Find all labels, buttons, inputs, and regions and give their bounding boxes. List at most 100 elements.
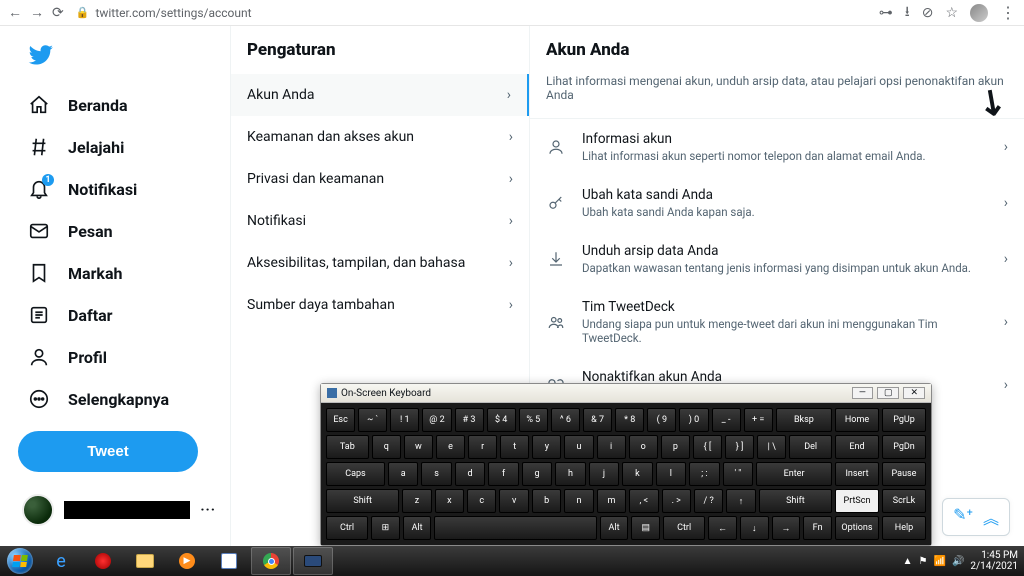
sidebar-item-explore[interactable]: Jelajahi — [18, 127, 220, 167]
tray-flag-icon[interactable]: ⚑ — [919, 556, 928, 567]
sidebar-item-lists[interactable]: Daftar — [18, 295, 220, 335]
osk-key[interactable]: Ctrl — [326, 516, 368, 540]
osk-key[interactable]: Del — [789, 435, 832, 459]
osk-key[interactable]: ^ 6 — [551, 408, 580, 432]
settings-item-account[interactable]: Akun Anda› — [231, 74, 529, 116]
osk-key[interactable]: Bksp — [776, 408, 832, 432]
account-item-archive[interactable]: Unduh arsip data AndaDapatkan wawasan te… — [530, 231, 1024, 287]
osk-key[interactable]: t — [500, 435, 529, 459]
osk-key[interactable]: Alt — [600, 516, 629, 540]
settings-item-privacy[interactable]: Privasi dan keamanan› — [231, 158, 529, 200]
osk-key[interactable]: Enter — [756, 462, 832, 486]
reload-button[interactable]: ⟳ — [52, 5, 64, 21]
osk-key[interactable]: g — [522, 462, 552, 486]
osk-key[interactable]: Shift — [326, 489, 399, 513]
osk-key[interactable]: $ 4 — [487, 408, 516, 432]
osk-key[interactable]: z — [402, 489, 431, 513]
osk-key[interactable]: Esc — [326, 408, 355, 432]
osk-key[interactable]: o — [629, 435, 658, 459]
star-icon[interactable]: ☆ — [945, 5, 958, 21]
osk-key[interactable]: PgDn — [882, 435, 926, 459]
minimize-button[interactable]: — — [852, 387, 873, 399]
osk-key[interactable]: @ 2 — [422, 408, 451, 432]
osk-key[interactable]: + = — [744, 408, 773, 432]
settings-item-notifications[interactable]: Notifikasi› — [231, 200, 529, 242]
back-button[interactable]: ← — [8, 4, 22, 21]
osk-key[interactable]: Alt — [403, 516, 432, 540]
osk-key[interactable]: } ] — [725, 435, 754, 459]
osk-key[interactable]: Fn — [803, 516, 832, 540]
osk-key[interactable]: p — [661, 435, 690, 459]
sidebar-item-notifications[interactable]: 1 Notifikasi — [18, 169, 220, 209]
twitter-logo-icon[interactable] — [18, 36, 220, 81]
key-icon[interactable]: ⊶ — [879, 5, 893, 21]
osk-key[interactable]: a — [388, 462, 418, 486]
osk-key[interactable]: → — [772, 516, 801, 540]
osk-key[interactable]: End — [835, 435, 879, 459]
osk-key[interactable]: Pause — [882, 462, 926, 486]
taskbar-app-ie[interactable]: e — [41, 547, 81, 575]
osk-key[interactable]: h — [555, 462, 585, 486]
osk-key[interactable]: q — [372, 435, 401, 459]
osk-key[interactable]: j — [589, 462, 619, 486]
taskbar-app-mediaplayer[interactable]: ▶ — [167, 547, 207, 575]
osk-key[interactable]: n — [564, 489, 593, 513]
sidebar-item-bookmarks[interactable]: Markah — [18, 253, 220, 293]
osk-key[interactable]: Help — [882, 516, 926, 540]
osk-key[interactable]: ScrLk — [882, 489, 926, 513]
osk-key[interactable]: Options — [835, 516, 879, 540]
osk-key[interactable]: c — [467, 489, 496, 513]
taskbar-app-calendar[interactable] — [209, 547, 249, 575]
address-bar[interactable]: 🔒 twitter.com/settings/account — [76, 6, 867, 20]
profile-avatar-icon[interactable] — [970, 4, 988, 22]
tray-show-hidden-icon[interactable]: ▲ — [903, 556, 913, 567]
sidebar-item-messages[interactable]: Pesan — [18, 211, 220, 251]
osk-key[interactable]: ; : — [689, 462, 719, 486]
osk-key[interactable]: % 5 — [519, 408, 548, 432]
osk-key[interactable]: v — [499, 489, 528, 513]
osk-key[interactable]: f — [488, 462, 518, 486]
osk-key[interactable]: r — [468, 435, 497, 459]
osk-key[interactable]: ← — [708, 516, 737, 540]
close-button[interactable]: ✕ — [903, 387, 925, 399]
taskbar-app-opera[interactable] — [83, 547, 123, 575]
taskbar-app-explorer[interactable] — [125, 547, 165, 575]
osk-key[interactable]: ▤ — [631, 516, 660, 540]
maximize-button[interactable]: ▢ — [877, 387, 900, 399]
start-button[interactable] — [0, 546, 40, 576]
osk-key[interactable]: ↓ — [740, 516, 769, 540]
tweet-button[interactable]: Tweet — [18, 431, 198, 472]
osk-key[interactable]: l — [656, 462, 686, 486]
account-item-password[interactable]: Ubah kata sandi AndaUbah kata sandi Anda… — [530, 175, 1024, 231]
osk-key[interactable]: w — [404, 435, 433, 459]
osk-key[interactable]: e — [436, 435, 465, 459]
osk-key[interactable]: / ? — [694, 489, 723, 513]
taskbar-app-chrome[interactable] — [251, 547, 291, 575]
osk-key[interactable]: PgUp — [882, 408, 926, 432]
osk-key[interactable]: d — [455, 462, 485, 486]
install-icon[interactable]: ⭳ — [905, 1, 910, 25]
osk-key[interactable]: u — [564, 435, 593, 459]
tray-network-icon[interactable]: 📶 — [934, 556, 946, 567]
osk-key[interactable]: # 3 — [455, 408, 484, 432]
sidebar-item-home[interactable]: Beranda — [18, 85, 220, 125]
osk-key[interactable]: i — [597, 435, 626, 459]
osk-key[interactable]: ( 9 — [647, 408, 676, 432]
menu-dots-icon[interactable]: ⋮ — [1000, 3, 1016, 22]
compose-icon[interactable]: ✎⁺ — [953, 505, 973, 529]
osk-key[interactable]: x — [435, 489, 464, 513]
osk-key[interactable]: Caps — [326, 462, 385, 486]
osk-key[interactable]: y — [532, 435, 561, 459]
osk-key[interactable]: Ctrl — [663, 516, 705, 540]
settings-item-security[interactable]: Keamanan dan akses akun› — [231, 116, 529, 158]
osk-key[interactable]: & 7 — [583, 408, 612, 432]
block-icon[interactable]: ⊘ — [922, 5, 934, 21]
osk-key[interactable]: Shift — [759, 489, 832, 513]
settings-item-accessibility[interactable]: Aksesibilitas, tampilan, dan bahasa› — [231, 242, 529, 284]
osk-key[interactable]: Insert — [835, 462, 879, 486]
osk-key[interactable]: _ - — [712, 408, 741, 432]
osk-key[interactable]: ! 1 — [390, 408, 419, 432]
osk-key[interactable]: b — [532, 489, 561, 513]
scroll-top-icon[interactable]: ︽ — [983, 505, 999, 529]
osk-key[interactable]: , < — [629, 489, 658, 513]
